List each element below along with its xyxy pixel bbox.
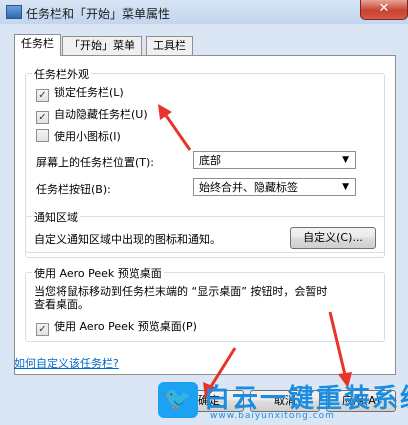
chevron-down-icon: ▼ xyxy=(342,182,349,192)
tab-taskbar[interactable]: 任务栏 xyxy=(14,34,61,56)
watermark-text: 白云一键重装系统 xyxy=(204,384,408,414)
aero-peek-option[interactable]: ✓ 使用 Aero Peek 预览桌面(P) xyxy=(36,318,197,336)
auto-hide-label: 自动隐藏任务栏(U) xyxy=(54,108,148,121)
window-title: 任务栏和「开始」菜单属性 xyxy=(26,7,171,21)
title-bar[interactable]: 任务栏和「开始」菜单属性 ✕ xyxy=(0,0,408,24)
aero-peek-description-line2: 查看桌面。 xyxy=(34,298,89,311)
appearance-group-title: 任务栏外观 xyxy=(32,66,91,82)
location-value: 底部 xyxy=(199,154,221,167)
bird-logo-icon: 🐦 xyxy=(158,382,198,418)
watermark-url: www.baiyunxitong.com xyxy=(210,411,335,421)
customize-button[interactable]: 自定义(C)... xyxy=(290,227,376,249)
tab-start-menu[interactable]: 「开始」菜单 xyxy=(62,36,142,55)
chevron-down-icon: ▼ xyxy=(342,155,349,165)
tab-panel: 任务栏外观 ✓ 锁定任务栏(L) ✓ 自动隐藏任务栏(U) 使用小图标(I) 屏幕上… xyxy=(14,55,396,375)
lock-taskbar-checkbox[interactable]: ✓ xyxy=(36,89,49,102)
watermark: 🐦 白云一键重装系统 www.baiyunxitong.com xyxy=(152,378,408,425)
small-icons-checkbox[interactable] xyxy=(36,129,49,142)
lock-taskbar-option[interactable]: ✓ 锁定任务栏(L) xyxy=(36,84,124,102)
buttons-value: 始终合并、隐藏标签 xyxy=(199,181,298,194)
auto-hide-option[interactable]: ✓ 自动隐藏任务栏(U) xyxy=(36,106,148,124)
lock-taskbar-label: 锁定任务栏(L) xyxy=(54,86,124,99)
aero-peek-checkbox[interactable]: ✓ xyxy=(36,323,49,336)
help-link[interactable]: 如何自定义该任务栏? xyxy=(14,355,119,371)
small-icons-label: 使用小图标(I) xyxy=(54,130,121,143)
close-button[interactable]: ✕ xyxy=(360,0,408,20)
auto-hide-checkbox[interactable]: ✓ xyxy=(36,111,49,124)
location-label: 屏幕上的任务栏位置(T): xyxy=(36,156,155,169)
buttons-label: 任务栏按钮(B): xyxy=(36,183,111,196)
tab-toolbars[interactable]: 工具栏 xyxy=(146,36,193,55)
notification-group-title: 通知区域 xyxy=(32,209,80,225)
window-icon xyxy=(6,5,22,19)
small-icons-option[interactable]: 使用小图标(I) xyxy=(36,128,121,144)
notification-group: 通知区域 自定义通知区域中出现的图标和通知。 自定义(C)... xyxy=(25,209,385,258)
aero-peek-group-title: 使用 Aero Peek 预览桌面 xyxy=(32,265,164,281)
aero-peek-label: 使用 Aero Peek 预览桌面(P) xyxy=(54,320,197,333)
buttons-select[interactable]: 始终合并、隐藏标签 ▼ xyxy=(193,178,356,196)
location-select[interactable]: 底部 ▼ xyxy=(193,151,356,169)
notification-description: 自定义通知区域中出现的图标和通知。 xyxy=(34,233,221,246)
aero-peek-group: 使用 Aero Peek 预览桌面 当您将鼠标移动到任务栏末端的 “显示桌面” … xyxy=(25,265,385,342)
